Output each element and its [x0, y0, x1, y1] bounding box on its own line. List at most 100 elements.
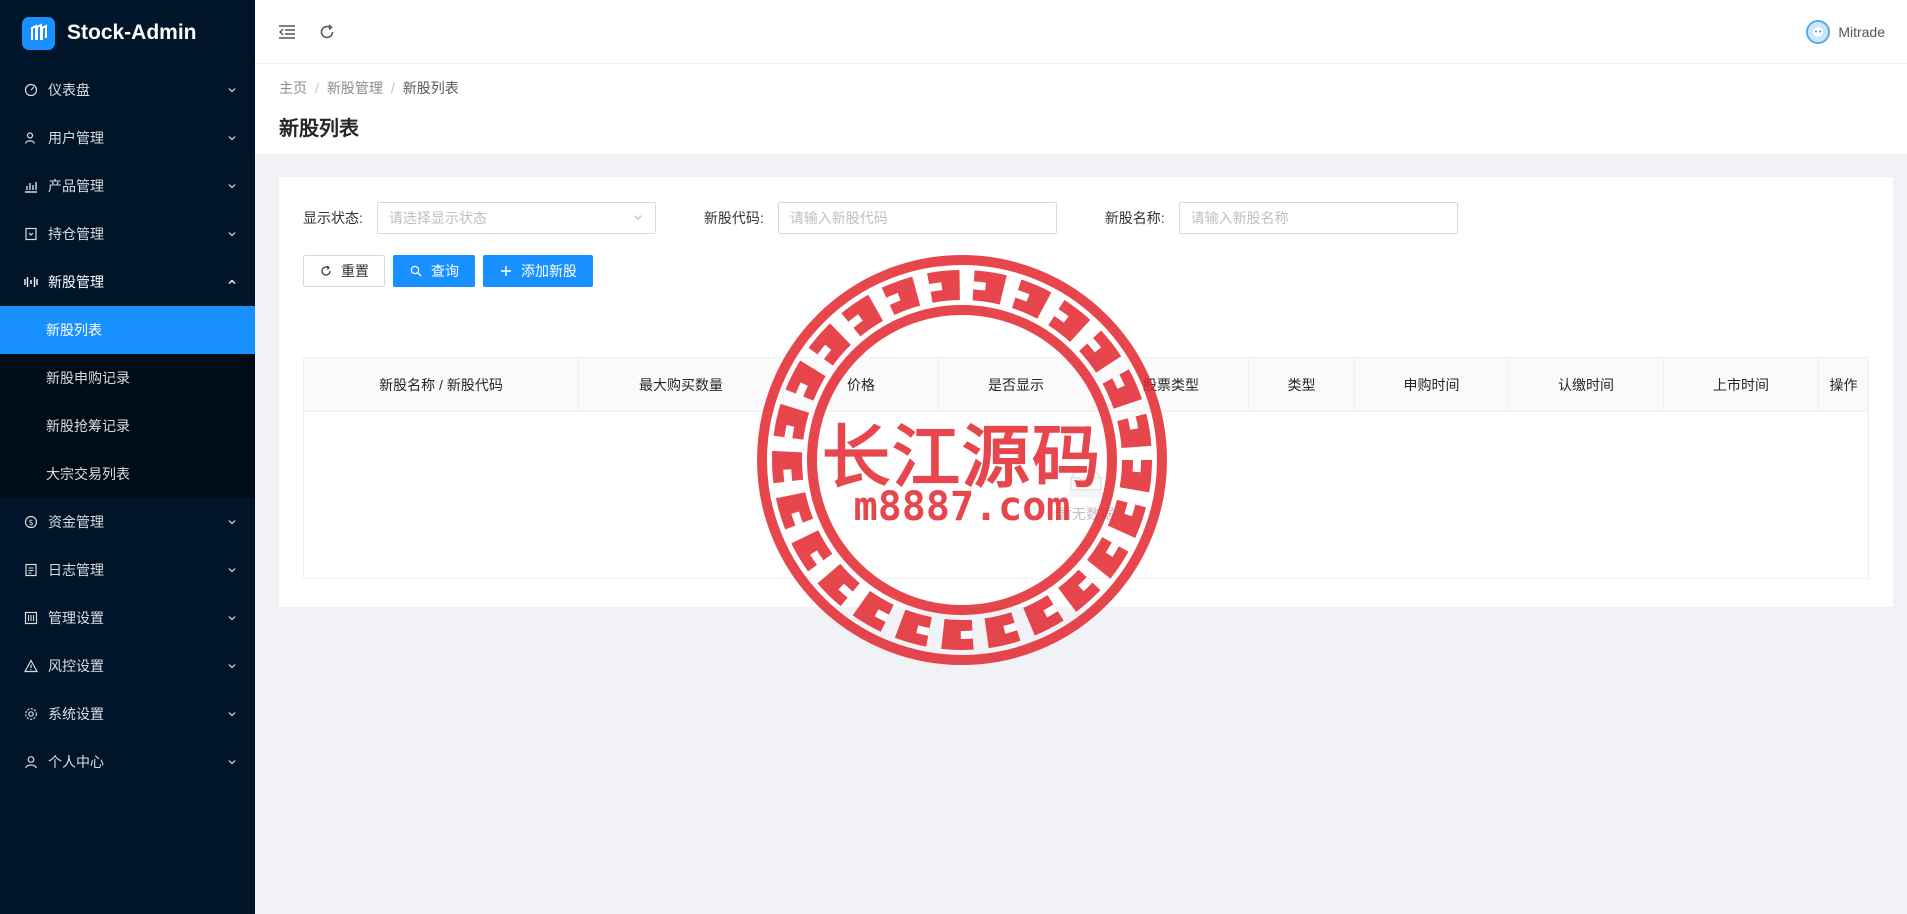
- status-select[interactable]: 请选择显示状态: [376, 202, 656, 234]
- column-header: 申购时间: [1355, 358, 1509, 411]
- empty-text: 暂无数据: [1058, 506, 1114, 522]
- sidebar-subitem-grab-records[interactable]: 新股抢筹记录: [0, 402, 255, 450]
- new-stock-icon: [24, 275, 38, 289]
- column-header: 上市时间: [1664, 358, 1819, 411]
- logo[interactable]: Stock-Admin: [0, 0, 255, 66]
- name-input[interactable]: [1178, 202, 1458, 234]
- chevron-down-icon: [227, 565, 237, 575]
- chevron-down-icon: [227, 181, 237, 191]
- user-group-icon: [24, 131, 38, 145]
- sidebar-item-label: 风控设置: [48, 658, 104, 674]
- filter-form: 显示状态: 请选择显示状态 新股代码: 新股名称:: [303, 201, 1869, 235]
- sidebar-item-label: 个人中心: [48, 754, 104, 770]
- chevron-down-icon: [227, 133, 237, 143]
- sidebar-item-label: 产品管理: [48, 178, 104, 194]
- sidebar: Stock-Admin 仪表盘 用户管理 产品管理 持仓管理 新股管理 新股列表…: [0, 0, 255, 914]
- sidebar-item-label: 仪表盘: [48, 82, 90, 98]
- column-header: 操作: [1829, 376, 1858, 393]
- submenu-new-stocks: 新股列表 新股申购记录 新股抢筹记录 大宗交易列表: [0, 306, 255, 498]
- sidebar-item-funds[interactable]: $ 资金管理: [0, 498, 255, 546]
- plus-icon: [499, 264, 513, 278]
- search-button-label: 查询: [431, 263, 459, 279]
- bar-chart-icon: [24, 179, 38, 193]
- top-header: Mitrade: [255, 0, 1907, 64]
- dashboard-icon: [24, 83, 38, 97]
- sidebar-item-system-settings[interactable]: 系统设置: [0, 690, 255, 738]
- chevron-down-icon: [227, 709, 237, 719]
- chevron-down-icon: [227, 229, 237, 239]
- chevron-down-icon: [227, 613, 237, 623]
- code-input[interactable]: [777, 202, 1057, 234]
- reload-icon[interactable]: [317, 22, 337, 42]
- log-icon: [24, 563, 38, 577]
- username: Mitrade: [1838, 23, 1885, 40]
- column-header: 是否显示: [939, 358, 1094, 411]
- svg-text:$: $: [28, 518, 33, 527]
- admin-settings-icon: [24, 611, 38, 625]
- sidebar-subitem-subscription-records[interactable]: 新股申购记录: [0, 354, 255, 402]
- sidebar-item-label: 管理设置: [48, 610, 104, 626]
- sidebar-item-label: 系统设置: [48, 706, 104, 722]
- avatar: [1806, 19, 1831, 44]
- sidebar-item-label: 资金管理: [48, 514, 104, 530]
- sidebar-item-profile[interactable]: 个人中心: [0, 738, 255, 786]
- page-header: 主页 / 新股管理 / 新股列表 新股列表: [255, 64, 1907, 154]
- content-card: 显示状态: 请选择显示状态 新股代码: 新股名称: 重置 查询 添加新股 新股名…: [279, 177, 1893, 607]
- status-filter-label: 显示状态:: [303, 210, 363, 226]
- sidebar-item-label: 持仓管理: [48, 226, 104, 242]
- column-header: 认缴时间: [1509, 358, 1664, 411]
- logo-icon: [22, 16, 55, 50]
- sidebar-item-label: 新股管理: [48, 274, 104, 290]
- sidebar-item-new-stocks[interactable]: 新股管理: [0, 258, 255, 306]
- chevron-down-icon: [632, 210, 644, 226]
- add-button-label: 添加新股: [521, 263, 577, 279]
- page-title: 新股列表: [279, 118, 359, 140]
- new-stock-table: 新股名称 / 新股代码 最大购买数量 价格 是否显示 股票类型 类型 申购时间 …: [303, 357, 1869, 579]
- sidebar-item-admin-settings[interactable]: 管理设置: [0, 594, 255, 642]
- add-new-stock-button[interactable]: 添加新股: [483, 255, 593, 287]
- sidebar-item-risk-settings[interactable]: 风控设置: [0, 642, 255, 690]
- chevron-down-icon: [227, 85, 237, 95]
- search-button[interactable]: 查询: [393, 255, 475, 287]
- column-header: 价格: [784, 358, 939, 411]
- sidebar-item-label: 用户管理: [48, 130, 104, 146]
- column-header: 新股名称 / 新股代码: [304, 358, 579, 411]
- breadcrumb-home[interactable]: 主页: [279, 78, 307, 98]
- sidebar-item-logs[interactable]: 日志管理: [0, 546, 255, 594]
- search-icon: [409, 264, 423, 278]
- position-icon: [24, 227, 38, 241]
- gear-icon: [24, 707, 38, 721]
- table-header: 新股名称 / 新股代码 最大购买数量 价格 是否显示 股票类型 类型 申购时间 …: [304, 358, 1868, 412]
- status-select-placeholder: 请选择显示状态: [388, 210, 487, 226]
- breadcrumb-parent[interactable]: 新股管理: [327, 78, 383, 98]
- user-menu[interactable]: Mitrade: [1806, 19, 1885, 44]
- sidebar-item-dashboard[interactable]: 仪表盘: [0, 66, 255, 114]
- menu-fold-icon[interactable]: [277, 22, 297, 42]
- column-header: 股票类型: [1094, 358, 1249, 411]
- chevron-down-icon: [227, 757, 237, 767]
- breadcrumb-separator: /: [315, 80, 319, 96]
- name-filter-label: 新股名称:: [1104, 210, 1165, 226]
- breadcrumb-separator: /: [390, 80, 395, 96]
- action-buttons: 重置 查询 添加新股: [303, 255, 1869, 287]
- sidebar-item-users[interactable]: 用户管理: [0, 114, 255, 162]
- sidebar-item-products[interactable]: 产品管理: [0, 162, 255, 210]
- chevron-down-icon: [227, 517, 237, 527]
- money-icon: $: [24, 515, 38, 529]
- table-body-empty: 暂无数据: [304, 412, 1868, 578]
- warning-icon: [24, 659, 38, 673]
- empty-box-icon: [1064, 466, 1108, 498]
- reload-icon: [319, 264, 333, 278]
- sidebar-subitem-new-stock-list[interactable]: 新股列表: [0, 306, 255, 354]
- app-title: Stock-Admin: [67, 21, 197, 44]
- column-header: 最大购买数量: [579, 358, 784, 411]
- breadcrumb: 主页 / 新股管理 / 新股列表: [279, 78, 1883, 98]
- person-icon: [24, 755, 38, 769]
- chevron-down-icon: [227, 661, 237, 671]
- chevron-up-icon: [227, 277, 237, 287]
- reset-button-label: 重置: [341, 263, 369, 279]
- reset-button[interactable]: 重置: [303, 255, 385, 287]
- sidebar-item-positions[interactable]: 持仓管理: [0, 210, 255, 258]
- code-filter-label: 新股代码:: [703, 210, 764, 226]
- sidebar-subitem-block-trade-list[interactable]: 大宗交易列表: [0, 450, 255, 498]
